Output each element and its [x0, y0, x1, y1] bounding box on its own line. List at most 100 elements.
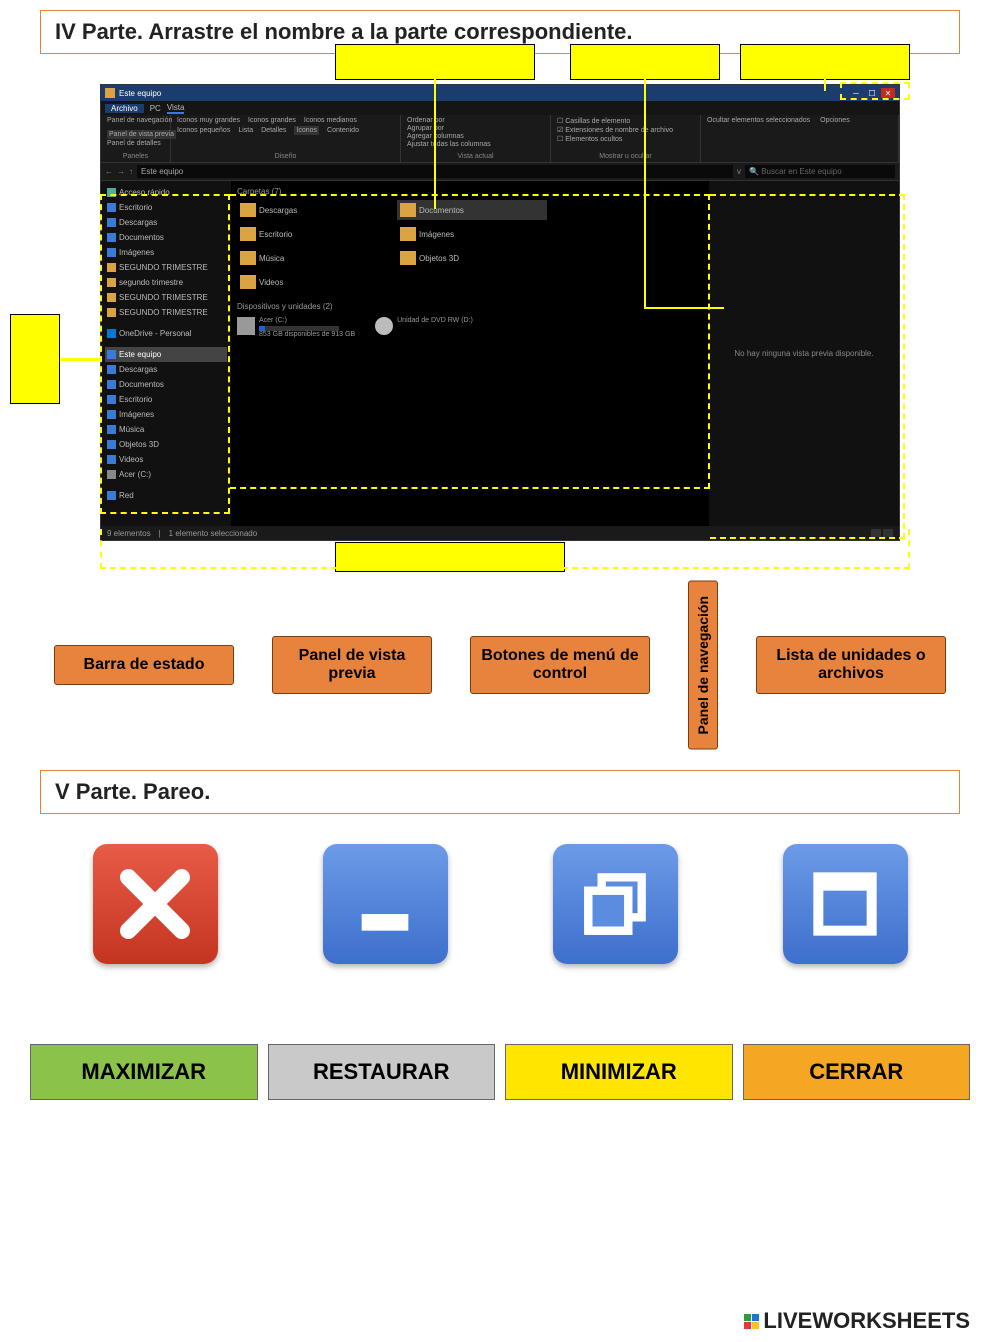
drive-icon	[237, 317, 255, 335]
icons-medianos-button[interactable]: Iconos medianos	[304, 117, 357, 124]
maximize-icon[interactable]: ☐	[865, 88, 879, 98]
match-maximizar[interactable]: MAXIMIZAR	[30, 1044, 258, 1100]
draggable-labels-row: Barra de estado Panel de vista previa Bo…	[40, 581, 960, 750]
title-text: Este equipo	[119, 89, 161, 98]
ocultos-check[interactable]: ☐ Elementos ocultos	[557, 135, 622, 143]
folders-header: Carpetas (7)	[237, 187, 703, 196]
view-toggle[interactable]	[871, 529, 893, 537]
nav-item[interactable]: segundo trimestre	[105, 275, 227, 290]
folder-item[interactable]: Objetos 3D	[397, 248, 547, 268]
nav-item[interactable]: Documentos	[105, 377, 227, 392]
nav-item[interactable]: Objetos 3D	[105, 437, 227, 452]
menu-bar: Archivo PC Vista	[101, 101, 899, 115]
restore-big-icon[interactable]	[553, 844, 678, 964]
dropzone-top-right1[interactable]	[570, 44, 720, 80]
folder-item[interactable]: Música	[237, 248, 387, 268]
close-icon[interactable]: ✕	[881, 88, 895, 98]
menu-vista[interactable]: Vista	[167, 103, 185, 114]
contenido-button[interactable]: Contenido	[327, 127, 359, 134]
close-big-icon[interactable]	[93, 844, 218, 964]
address-bar: ← → ↑ Este equipo v 🔍 Buscar en Este equ…	[101, 163, 899, 181]
match-restaurar[interactable]: RESTAURAR	[268, 1044, 496, 1100]
group-vista-label: Vista actual	[407, 153, 544, 160]
connector	[434, 79, 436, 209]
group-mostrar-label: Mostrar u ocultar	[557, 153, 694, 160]
maximize-big-icon[interactable]	[783, 844, 908, 964]
ordenar-button[interactable]: Ordenar por	[407, 117, 445, 124]
icons-large-button[interactable]: Iconos muy grandes	[177, 117, 240, 124]
folder-item[interactable]: Imágenes	[397, 224, 547, 244]
nav-item[interactable]: SEGUNDO TRIMESTRE	[105, 305, 227, 320]
label-lista[interactable]: Lista de unidades o archivos	[756, 636, 946, 694]
nav-fwd-icon[interactable]: →	[117, 167, 125, 176]
nav-back-icon[interactable]: ←	[105, 167, 113, 176]
ext-check[interactable]: ☑ Extensiones de nombre de archivo	[557, 126, 673, 134]
drives-header: Dispositivos y unidades (2)	[237, 302, 703, 311]
dropzone-top-right2[interactable]	[740, 44, 910, 80]
vista-previa-button[interactable]: Panel de vista previa	[107, 130, 176, 139]
minimize-icon[interactable]: ─	[849, 88, 863, 98]
nav-item[interactable]: OneDrive - Personal	[105, 326, 227, 341]
watermark: LIVEWORKSHEETS	[744, 1308, 970, 1334]
opciones-button[interactable]: Opciones	[820, 117, 850, 124]
dropzone-top-center[interactable]	[335, 44, 535, 80]
navigation-pane: Acceso rápido Escritorio Descargas Docum…	[101, 181, 231, 526]
nav-item[interactable]: Imágenes	[105, 245, 227, 260]
icons-pequenos-button[interactable]: Iconos pequeños	[177, 127, 230, 134]
agrupar-button[interactable]: Agrupar por	[407, 125, 444, 132]
folder-item[interactable]: Escritorio	[237, 224, 387, 244]
content-pane: Carpetas (7) Descargas Documentos Escrit…	[231, 181, 709, 526]
drive-dvd[interactable]: Unidad de DVD RW (D:)	[375, 317, 473, 338]
nav-item[interactable]: Descargas	[105, 362, 227, 377]
match-buttons-row: MAXIMIZAR RESTAURAR MINIMIZAR CERRAR	[30, 1044, 970, 1100]
dropzone-left[interactable]	[10, 314, 60, 404]
app-icon	[105, 88, 115, 98]
folder-item[interactable]: Descargas	[237, 200, 387, 220]
search-input[interactable]: 🔍 Buscar en Este equipo	[745, 165, 895, 178]
pareo-icons-row	[40, 844, 960, 964]
iconos-button[interactable]: Iconos	[294, 126, 319, 135]
lista-button[interactable]: Lista	[238, 127, 253, 134]
icons-grandes-button[interactable]: Iconos grandes	[248, 117, 296, 124]
status-bar: 9 elementos | 1 elemento seleccionado	[101, 526, 899, 540]
detalles-button[interactable]: Panel de detalles	[107, 140, 161, 147]
label-botones[interactable]: Botones de menú de control	[470, 636, 650, 694]
status-selected: 1 elemento seleccionado	[169, 529, 258, 538]
match-minimizar[interactable]: MINIMIZAR	[505, 1044, 733, 1100]
group-diseno-label: Diseño	[177, 153, 394, 160]
nav-item[interactable]: Música	[105, 422, 227, 437]
nav-item[interactable]: Descargas	[105, 215, 227, 230]
connector	[60, 358, 102, 361]
label-nav[interactable]: Panel de navegación	[688, 581, 718, 750]
detalles2-button[interactable]: Detalles	[261, 127, 286, 134]
nav-item[interactable]: Red	[105, 488, 227, 503]
menu-file[interactable]: Archivo	[105, 104, 144, 113]
nav-item[interactable]: SEGUNDO TRIMESTRE	[105, 260, 227, 275]
minimize-big-icon[interactable]	[323, 844, 448, 964]
menu-pc[interactable]: PC	[150, 104, 161, 113]
nav-item[interactable]: SEGUNDO TRIMESTRE	[105, 290, 227, 305]
drive-c[interactable]: Acer (C:) 853 GB disponibles de 913 GB	[237, 317, 355, 338]
nav-item[interactable]: Acceso rápido	[105, 185, 227, 200]
nav-item[interactable]: Escritorio	[105, 392, 227, 407]
nav-item[interactable]: Acer (C:)	[105, 467, 227, 482]
nav-item-selected[interactable]: Este equipo	[105, 347, 227, 362]
nav-item[interactable]: Videos	[105, 452, 227, 467]
status-items: 9 elementos	[107, 529, 151, 538]
casillas-check[interactable]: ☐ Casillas de elemento	[557, 117, 630, 125]
nav-up-icon[interactable]: ↑	[129, 167, 133, 176]
nav-item[interactable]: Documentos	[105, 230, 227, 245]
label-vista[interactable]: Panel de vista previa	[272, 636, 432, 694]
folder-item[interactable]: Videos	[237, 272, 387, 292]
ajustar-button[interactable]: Ajustar todas las columnas	[407, 141, 491, 148]
label-estado[interactable]: Barra de estado	[54, 645, 234, 685]
explorer-container: Este equipo ─ ☐ ✕ Archivo PC Vista Panel…	[0, 84, 1000, 541]
dropzone-bottom[interactable]	[335, 542, 565, 572]
folder-item[interactable]: Documentos	[397, 200, 547, 220]
folders-list: Descargas Documentos Escritorio Imágenes…	[237, 200, 703, 292]
nav-item[interactable]: Escritorio	[105, 200, 227, 215]
match-cerrar[interactable]: CERRAR	[743, 1044, 971, 1100]
panel-nav-button[interactable]: Panel de navegación	[107, 117, 172, 124]
ocultar-sel-button[interactable]: Ocultar elementos seleccionados	[707, 117, 810, 124]
nav-item[interactable]: Imágenes	[105, 407, 227, 422]
